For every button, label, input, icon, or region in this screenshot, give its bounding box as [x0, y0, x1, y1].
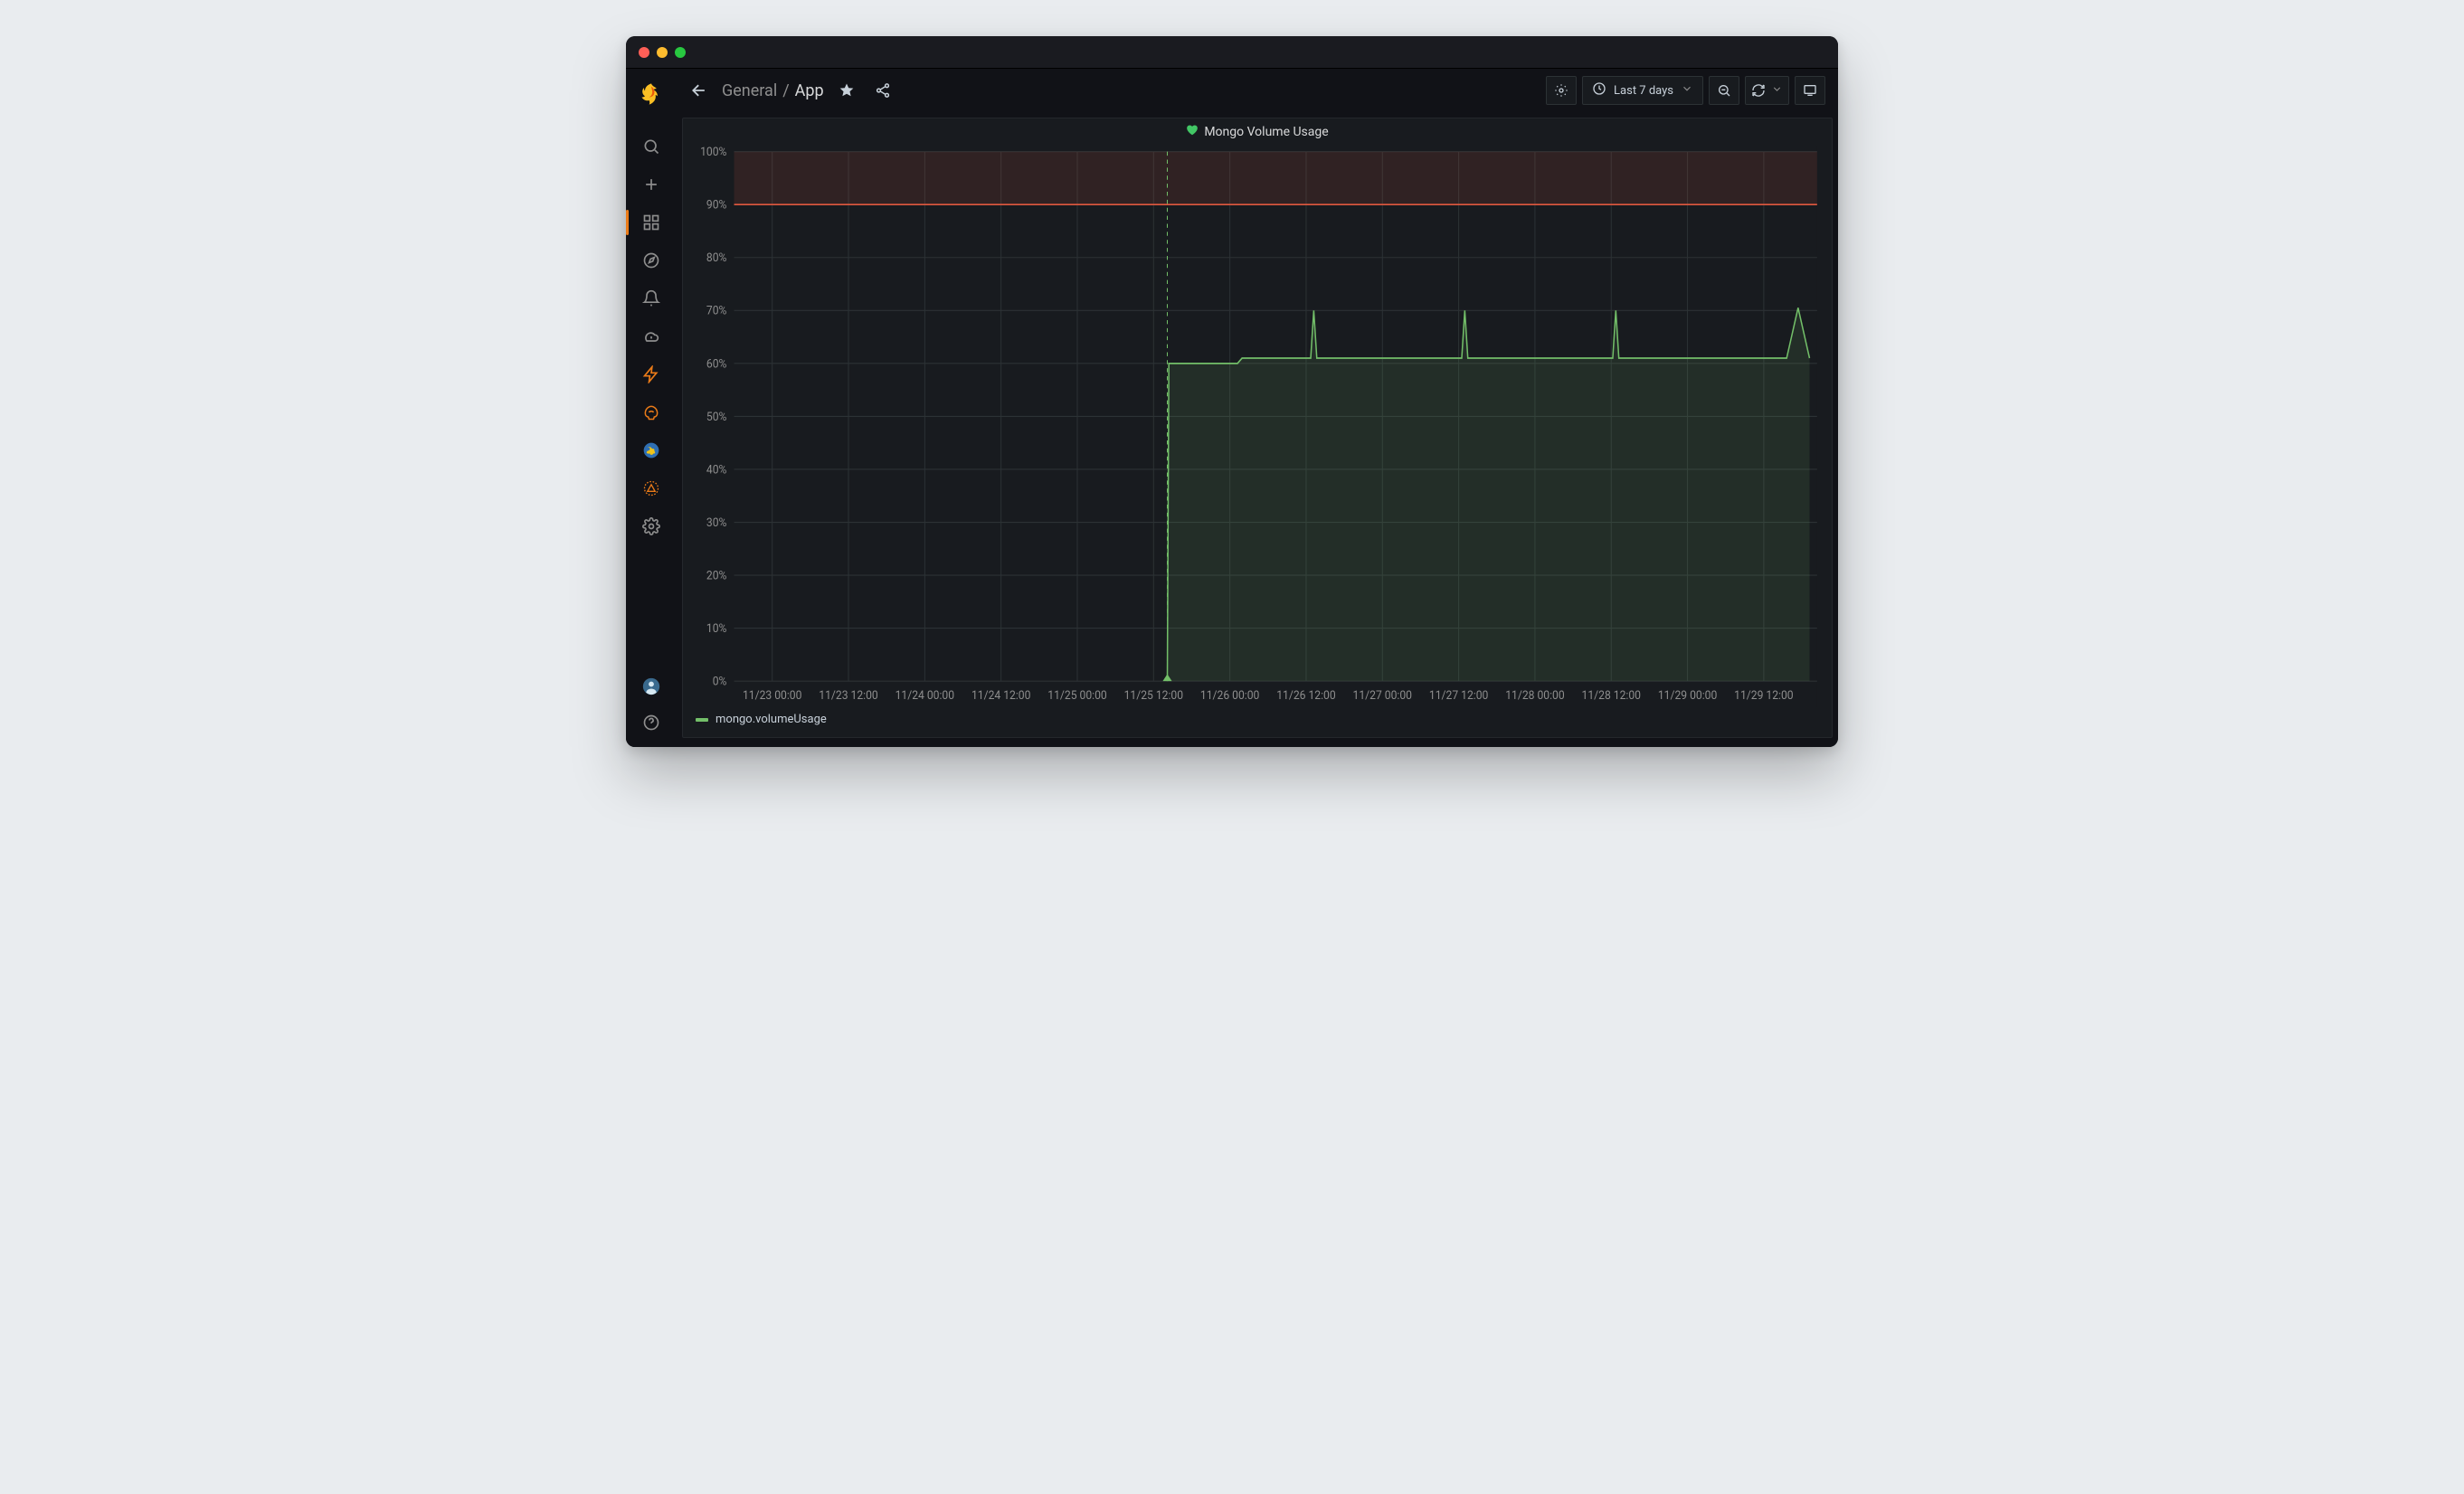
sidebar-item-ai[interactable] [626, 394, 677, 430]
panel: Mongo Volume Usage 0% 10% 20% 30% 40% 50% 60% 7… [682, 118, 1833, 738]
sidebar-item-pyramid[interactable] [626, 470, 677, 506]
svg-text:30%: 30% [706, 515, 727, 530]
sidebar-item-configuration[interactable] [626, 508, 677, 544]
sidebar-item-bolt[interactable] [626, 356, 677, 392]
breadcrumb-folder: General [722, 81, 777, 100]
legend-label: mongo.volumeUsage [716, 713, 827, 726]
traffic-lights [639, 47, 686, 58]
sidebar-item-search[interactable] [626, 128, 677, 165]
svg-text:11/29 12:00: 11/29 12:00 [1734, 689, 1793, 704]
mac-titlebar [626, 36, 1838, 69]
chevron-down-icon [1681, 82, 1693, 99]
cycle-view-button[interactable] [1795, 76, 1825, 105]
svg-text:20%: 20% [706, 569, 727, 583]
grafana-logo-icon[interactable] [639, 81, 664, 107]
svg-text:11/26 12:00: 11/26 12:00 [1276, 689, 1335, 704]
share-icon[interactable] [869, 77, 896, 104]
window-close-button[interactable] [639, 47, 649, 58]
svg-text:80%: 80% [706, 251, 727, 266]
svg-text:11/25 12:00: 11/25 12:00 [1124, 689, 1183, 704]
svg-text:0%: 0% [713, 675, 727, 689]
sidebar-item-help[interactable] [626, 705, 677, 740]
chevron-down-icon [1771, 83, 1783, 99]
svg-text:90%: 90% [706, 198, 727, 213]
panel-container: Mongo Volume Usage 0% 10% 20% 30% 40% 50% 60% 7… [677, 112, 1838, 747]
svg-text:40%: 40% [706, 463, 727, 478]
sidebar-item-cloud[interactable] [626, 318, 677, 355]
svg-text:11/24 12:00: 11/24 12:00 [971, 689, 1030, 704]
svg-text:70%: 70% [706, 304, 727, 318]
zoom-out-button[interactable] [1709, 76, 1739, 105]
sidebar-item-profile[interactable] [626, 669, 677, 704]
svg-text:11/29 00:00: 11/29 00:00 [1658, 689, 1717, 704]
panel-title-bar[interactable]: Mongo Volume Usage [683, 118, 1832, 146]
topbar: General / App [677, 69, 1838, 112]
chart-svg: 0% 10% 20% 30% 40% 50% 60% 70% 80% 90% 100% 11/23 0… [690, 146, 1824, 707]
window-minimize-button[interactable] [657, 47, 668, 58]
panel-title: Mongo Volume Usage [1204, 125, 1328, 139]
chart-legend[interactable]: mongo.volumeUsage [683, 707, 1832, 737]
svg-text:60%: 60% [706, 357, 727, 372]
sidebar-item-create[interactable] [626, 166, 677, 203]
sidebar [626, 69, 677, 747]
clock-icon [1592, 81, 1606, 99]
refresh-button[interactable] [1745, 76, 1789, 105]
app-root: General / App [626, 69, 1838, 747]
sidebar-item-dashboards[interactable] [626, 204, 677, 241]
svg-text:11/23 00:00: 11/23 00:00 [743, 689, 801, 704]
mac-window: General / App [626, 36, 1838, 747]
breadcrumb[interactable]: General / App [722, 81, 824, 100]
svg-text:11/28 12:00: 11/28 12:00 [1582, 689, 1641, 704]
back-button[interactable] [686, 77, 713, 104]
time-range-picker[interactable]: Last 7 days [1582, 76, 1703, 105]
svg-text:50%: 50% [706, 410, 727, 424]
breadcrumb-page: App [795, 81, 824, 100]
svg-text:11/27 00:00: 11/27 00:00 [1353, 689, 1412, 704]
svg-text:11/23 12:00: 11/23 12:00 [819, 689, 877, 704]
svg-text:11/27 12:00: 11/27 12:00 [1429, 689, 1488, 704]
time-range-label: Last 7 days [1614, 84, 1673, 98]
svg-text:11/24 00:00: 11/24 00:00 [896, 689, 954, 704]
svg-text:100%: 100% [700, 146, 726, 159]
main-area: General / App [677, 69, 1838, 747]
chart-area[interactable]: 0% 10% 20% 30% 40% 50% 60% 70% 80% 90% 100% 11/23 0… [683, 146, 1832, 707]
breadcrumb-sep: / [782, 81, 789, 100]
heart-icon [1186, 124, 1199, 140]
svg-text:10%: 10% [706, 622, 727, 637]
svg-text:11/26 00:00: 11/26 00:00 [1200, 689, 1259, 704]
svg-text:11/28 00:00: 11/28 00:00 [1505, 689, 1564, 704]
window-maximize-button[interactable] [675, 47, 686, 58]
sidebar-item-alerting[interactable] [626, 280, 677, 317]
dashboard-settings-button[interactable] [1546, 76, 1577, 105]
sidebar-item-explore[interactable] [626, 242, 677, 279]
legend-swatch [696, 718, 708, 722]
sidebar-item-globe[interactable] [626, 432, 677, 468]
star-icon[interactable] [833, 77, 860, 104]
svg-text:11/25 00:00: 11/25 00:00 [1047, 689, 1106, 704]
